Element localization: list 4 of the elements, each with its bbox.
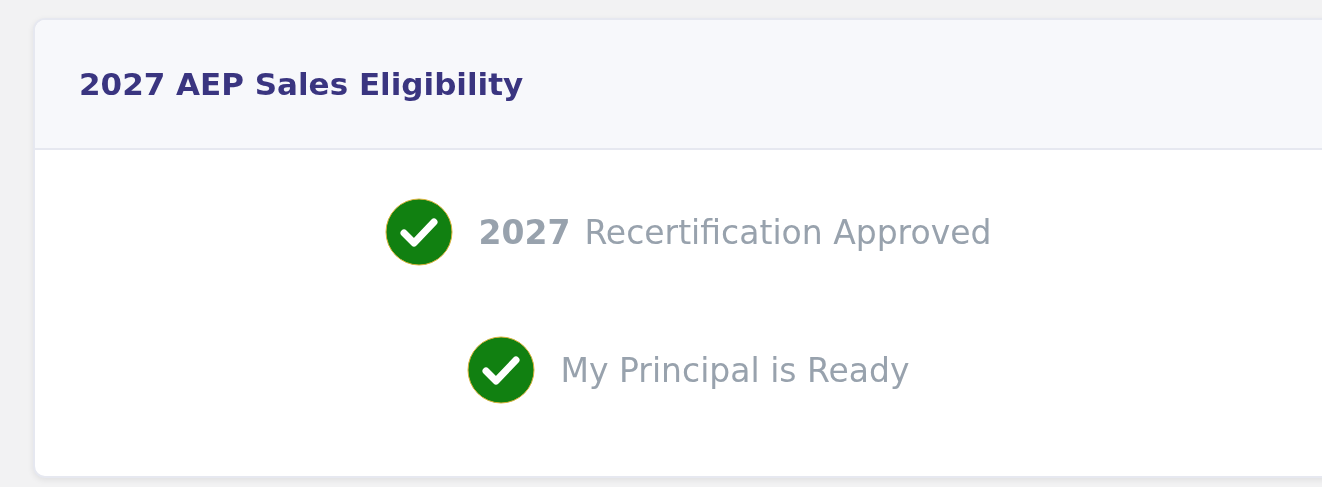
card-title: 2027 AEP Sales Eligibility — [79, 66, 524, 102]
year-label: 2027 — [478, 212, 571, 252]
status-label: Recertification Approved — [584, 212, 992, 252]
status-label: My Principal is Ready — [560, 350, 910, 390]
